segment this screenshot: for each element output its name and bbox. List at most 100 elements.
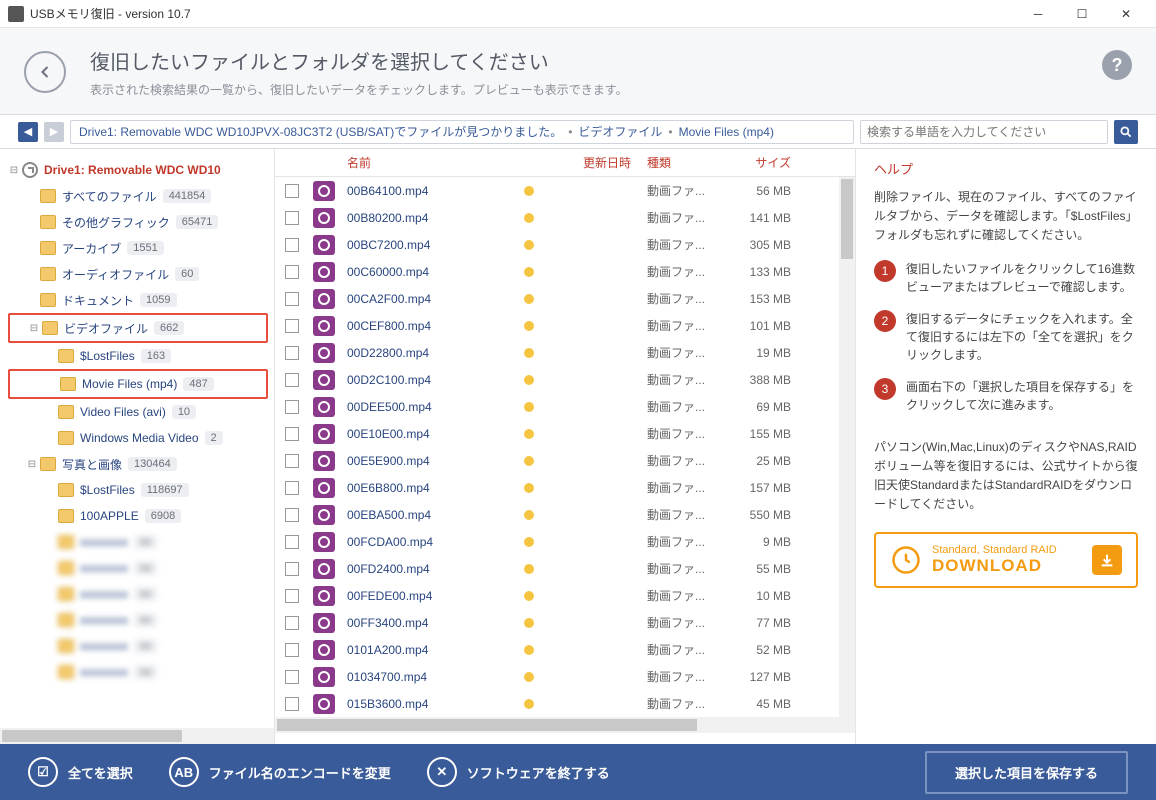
file-row[interactable]: 00FEDE00.mp4 動画ファ... 10 MB — [275, 582, 855, 609]
file-name: 00FD2400.mp4 — [339, 562, 509, 576]
checkbox[interactable] — [285, 643, 299, 657]
tree-item[interactable]: ドキュメント1059 — [8, 287, 274, 313]
checkbox[interactable] — [285, 265, 299, 279]
tree-item[interactable]: $LostFiles163 — [8, 343, 274, 369]
status-dot-icon — [524, 483, 534, 493]
checkbox[interactable] — [285, 211, 299, 225]
file-row[interactable]: 00CA2F00.mp4 動画ファ... 153 MB — [275, 285, 855, 312]
file-row[interactable]: 00FCDA00.mp4 動画ファ... 9 MB — [275, 528, 855, 555]
tree-item-video[interactable]: ⊟ビデオファイル662 — [10, 315, 266, 341]
file-row[interactable]: 00E6B800.mp4 動画ファ... 157 MB — [275, 474, 855, 501]
tree-item[interactable]: ⊟写真と画像130464 — [8, 451, 274, 477]
checkbox[interactable] — [285, 346, 299, 360]
checkbox[interactable] — [285, 697, 299, 711]
status-dot-icon — [524, 402, 534, 412]
file-name: 00D2C100.mp4 — [339, 373, 509, 387]
checkbox[interactable] — [285, 481, 299, 495]
file-row[interactable]: 00FD2400.mp4 動画ファ... 55 MB — [275, 555, 855, 582]
help-step: 2復旧するデータにチェックを入れます。全て復旧するには左下の「全てを選択」をクリ… — [874, 310, 1138, 364]
col-date[interactable]: 更新日時 — [549, 154, 639, 171]
col-type[interactable]: 種類 — [639, 154, 729, 171]
col-size[interactable]: サイズ — [729, 154, 799, 171]
checkbox[interactable] — [285, 184, 299, 198]
exit-button[interactable]: ✕ソフトウェアを終了する — [427, 757, 610, 787]
file-row[interactable]: 00D22800.mp4 動画ファ... 19 MB — [275, 339, 855, 366]
tree-item[interactable]: xxxxxxxxxx — [8, 529, 274, 555]
folder-icon — [58, 483, 74, 497]
file-row[interactable]: 0101A200.mp4 動画ファ... 52 MB — [275, 636, 855, 663]
checkbox[interactable] — [285, 292, 299, 306]
nav-back-icon[interactable]: ◀ — [18, 122, 38, 142]
file-type: 動画ファ... — [639, 560, 729, 577]
status-dot-icon — [524, 429, 534, 439]
file-row[interactable]: 00B80200.mp4 動画ファ... 141 MB — [275, 204, 855, 231]
checkbox[interactable] — [285, 238, 299, 252]
tree-scrollbar[interactable] — [0, 728, 274, 744]
close-button[interactable]: ✕ — [1104, 0, 1148, 28]
file-type: 動画ファ... — [639, 371, 729, 388]
file-row[interactable]: 00CEF800.mp4 動画ファ... 101 MB — [275, 312, 855, 339]
tree-item[interactable]: xxxxxxxxxx — [8, 581, 274, 607]
checkbox[interactable] — [285, 373, 299, 387]
minimize-button[interactable]: ─ — [1016, 0, 1060, 28]
list-scrollbar-h[interactable] — [275, 717, 855, 733]
file-row[interactable]: 00EBA500.mp4 動画ファ... 550 MB — [275, 501, 855, 528]
back-button[interactable] — [24, 51, 66, 93]
checkbox[interactable] — [285, 562, 299, 576]
tree-item[interactable]: Windows Media Video2 — [8, 425, 274, 451]
tree-item[interactable]: xxxxxxxxxx — [8, 659, 274, 685]
file-row[interactable]: 01034700.mp4 動画ファ... 127 MB — [275, 663, 855, 690]
download-button[interactable]: Standard, Standard RAID DOWNLOAD — [874, 532, 1138, 588]
tree-item[interactable]: 100APPLE6908 — [8, 503, 274, 529]
tree-item[interactable]: その他グラフィック65471 — [8, 209, 274, 235]
tree-item[interactable]: $LostFiles118697 — [8, 477, 274, 503]
tree-item[interactable]: xxxxxxxxxx — [8, 607, 274, 633]
checkbox[interactable] — [285, 427, 299, 441]
list-header: 名前 更新日時 種類 サイズ — [275, 149, 855, 177]
encoding-button[interactable]: ABファイル名のエンコードを変更 — [169, 757, 391, 787]
tree-item[interactable]: xxxxxxxxxx — [8, 633, 274, 659]
search-button[interactable] — [1114, 120, 1138, 144]
file-size: 101 MB — [729, 319, 799, 333]
help-button[interactable]: ? — [1102, 50, 1132, 80]
tree-item[interactable]: xxxxxxxxxx — [8, 555, 274, 581]
file-row[interactable]: 00E5E900.mp4 動画ファ... 25 MB — [275, 447, 855, 474]
file-row[interactable]: 00DEE500.mp4 動画ファ... 69 MB — [275, 393, 855, 420]
file-row[interactable]: 015B3600.mp4 動画ファ... 45 MB — [275, 690, 855, 717]
video-icon — [313, 262, 335, 282]
checkbox[interactable] — [285, 616, 299, 630]
file-row[interactable]: 00D2C100.mp4 動画ファ... 388 MB — [275, 366, 855, 393]
tree-item[interactable]: Video Files (avi)10 — [8, 399, 274, 425]
checkbox[interactable] — [285, 535, 299, 549]
file-row[interactable]: 00E10E00.mp4 動画ファ... 155 MB — [275, 420, 855, 447]
checkbox[interactable] — [285, 454, 299, 468]
tree-item-mp4[interactable]: Movie Files (mp4)487 — [10, 371, 266, 397]
file-row[interactable]: 00B64100.mp4 動画ファ... 56 MB — [275, 177, 855, 204]
save-button[interactable]: 選択した項目を保存する — [925, 751, 1128, 794]
maximize-button[interactable]: ☐ — [1060, 0, 1104, 28]
nav-fwd-icon[interactable]: ▶ — [44, 122, 64, 142]
tree-item[interactable]: オーディオファイル60 — [8, 261, 274, 287]
checkbox[interactable] — [285, 589, 299, 603]
col-name[interactable]: 名前 — [339, 154, 509, 171]
search-input[interactable] — [860, 120, 1108, 144]
checkbox[interactable] — [285, 508, 299, 522]
checkbox[interactable] — [285, 670, 299, 684]
checkbox[interactable] — [285, 400, 299, 414]
breadcrumb[interactable]: Drive1: Removable WDC WD10JPVX-08JC3T2 (… — [70, 120, 854, 144]
select-all-button[interactable]: ☑全てを選択 — [28, 757, 133, 787]
video-icon — [313, 559, 335, 579]
tree-item[interactable]: すべてのファイル441854 — [8, 183, 274, 209]
status-dot-icon — [524, 186, 534, 196]
file-row[interactable]: 00BC7200.mp4 動画ファ... 305 MB — [275, 231, 855, 258]
list-scrollbar-v[interactable] — [839, 177, 855, 728]
file-row[interactable]: 00FF3400.mp4 動画ファ... 77 MB — [275, 609, 855, 636]
titlebar: USBメモリ復旧 - version 10.7 ─ ☐ ✕ — [0, 0, 1156, 28]
file-size: 133 MB — [729, 265, 799, 279]
file-row[interactable]: 00C60000.mp4 動画ファ... 133 MB — [275, 258, 855, 285]
checkbox[interactable] — [285, 319, 299, 333]
file-name: 00BC7200.mp4 — [339, 238, 509, 252]
status-dot-icon — [524, 240, 534, 250]
tree-item[interactable]: アーカイブ1551 — [8, 235, 274, 261]
tree-root[interactable]: ⊟Drive1: Removable WDC WD10 — [8, 157, 274, 183]
